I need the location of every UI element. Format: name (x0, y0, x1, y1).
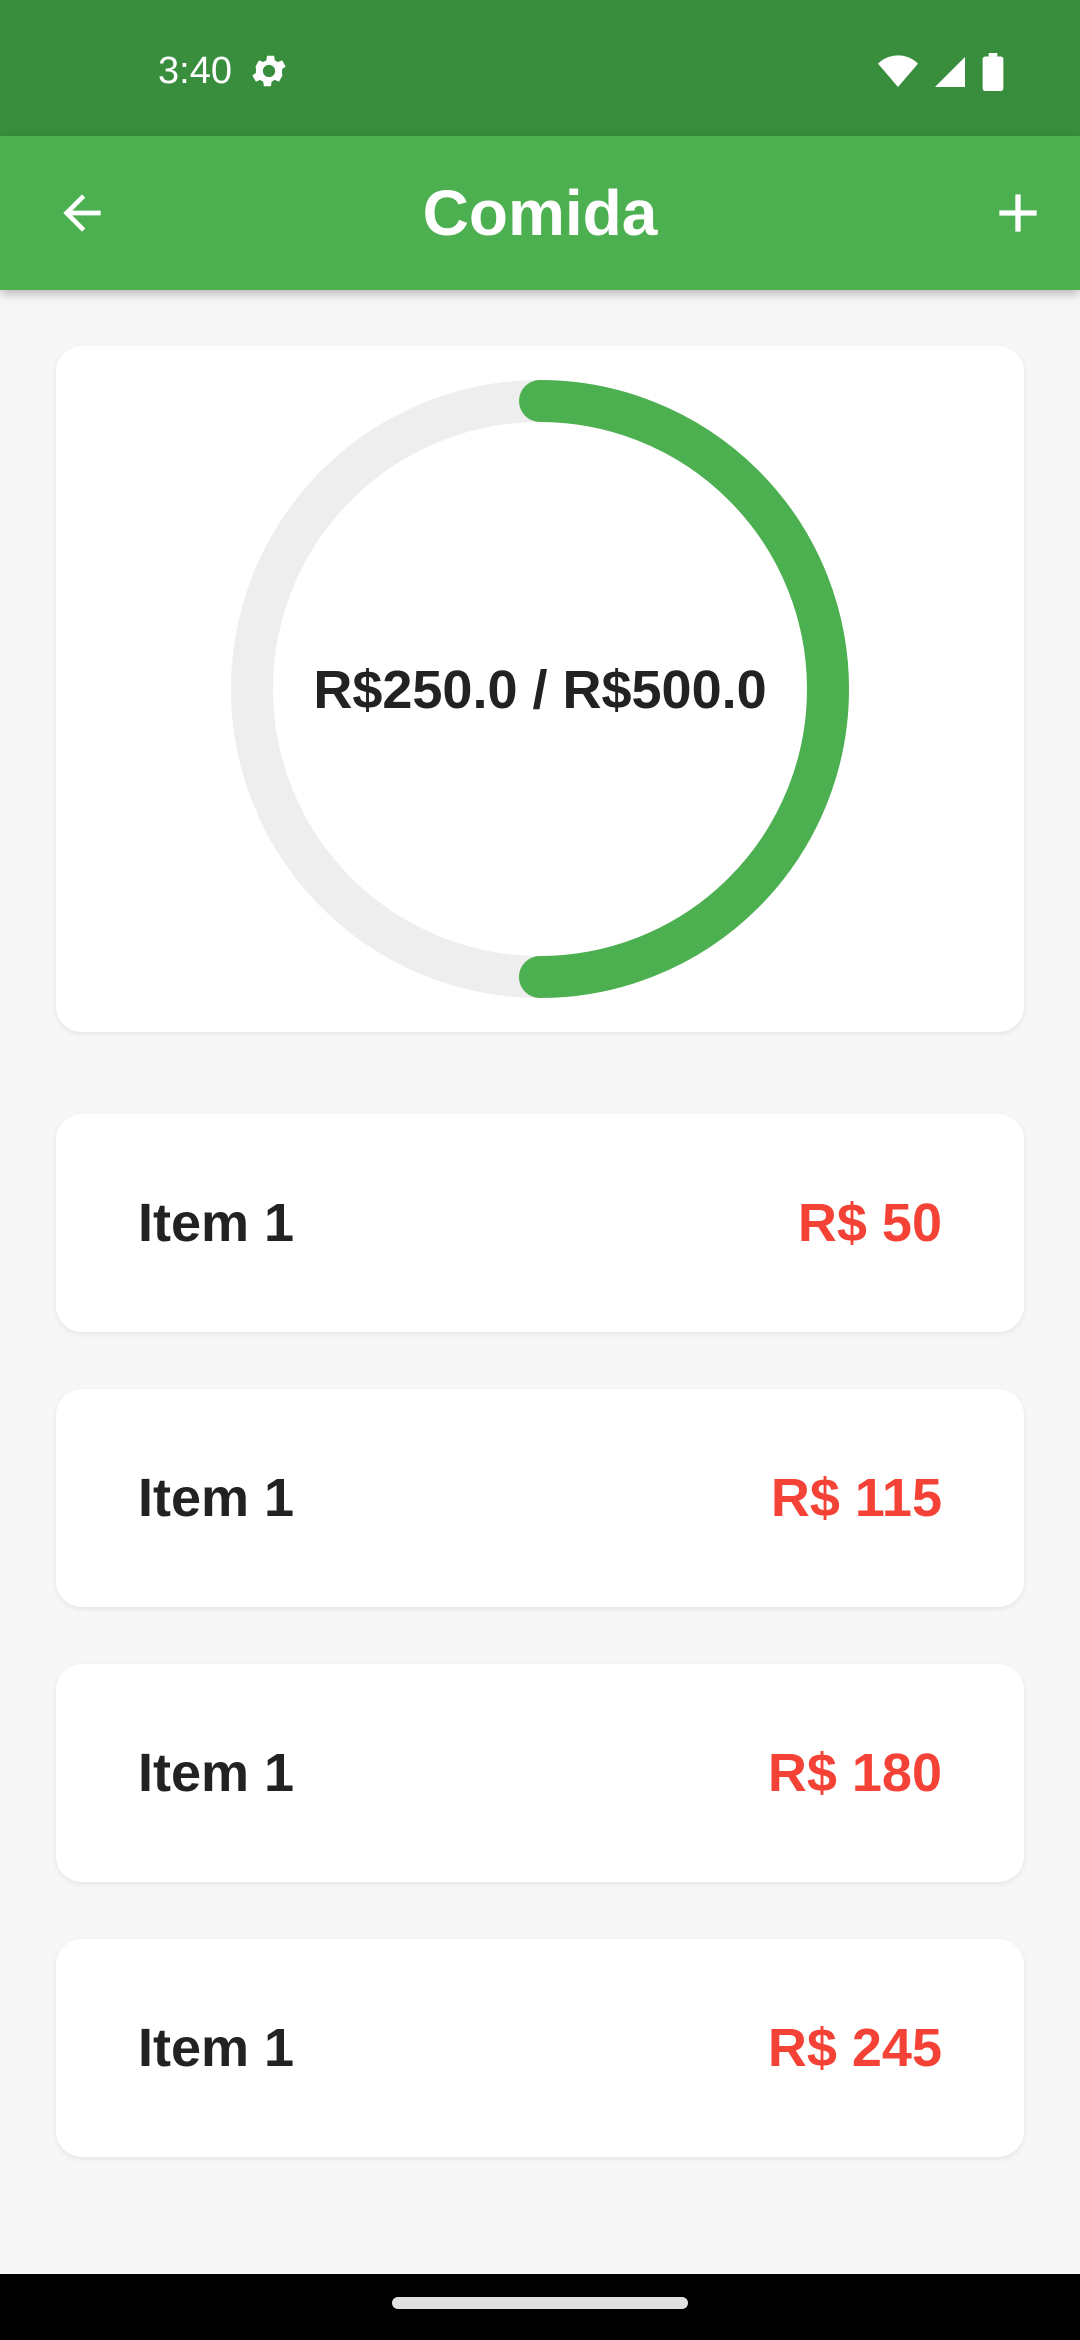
budget-progress-card: R$250.0 / R$500.0 (56, 346, 1024, 1032)
list-item[interactable]: Item 1 R$ 180 (56, 1664, 1024, 1882)
status-bar: 3:40 (0, 0, 1080, 136)
item-name: Item 1 (138, 1193, 295, 1253)
status-time: 3:40 (158, 50, 232, 92)
list-item[interactable]: Item 1 R$ 115 (56, 1389, 1024, 1607)
list-item[interactable]: Item 1 R$ 50 (56, 1114, 1024, 1332)
battery-icon (982, 53, 1004, 91)
system-navigation-bar (0, 2274, 1080, 2340)
list-item[interactable]: Item 1 R$ 245 (56, 1939, 1024, 2157)
signal-icon (935, 57, 965, 87)
page-title: Comida (422, 177, 658, 249)
status-icons (878, 52, 1004, 92)
plus-icon (999, 194, 1037, 232)
item-value: R$ 180 (767, 1743, 942, 1803)
gear-icon (252, 55, 286, 87)
item-value: R$ 50 (797, 1193, 942, 1253)
app-bar: Comida (0, 136, 1080, 290)
budget-progress-label: R$250.0 / R$500.0 (313, 660, 767, 720)
item-name: Item 1 (138, 1743, 295, 1803)
item-value: R$ 245 (767, 2018, 942, 2078)
item-value: R$ 115 (770, 1468, 942, 1528)
item-name: Item 1 (138, 2018, 295, 2078)
home-indicator[interactable] (392, 2297, 688, 2309)
add-item-button[interactable] (976, 171, 1060, 255)
wifi-icon (878, 55, 918, 87)
item-name: Item 1 (138, 1468, 295, 1528)
